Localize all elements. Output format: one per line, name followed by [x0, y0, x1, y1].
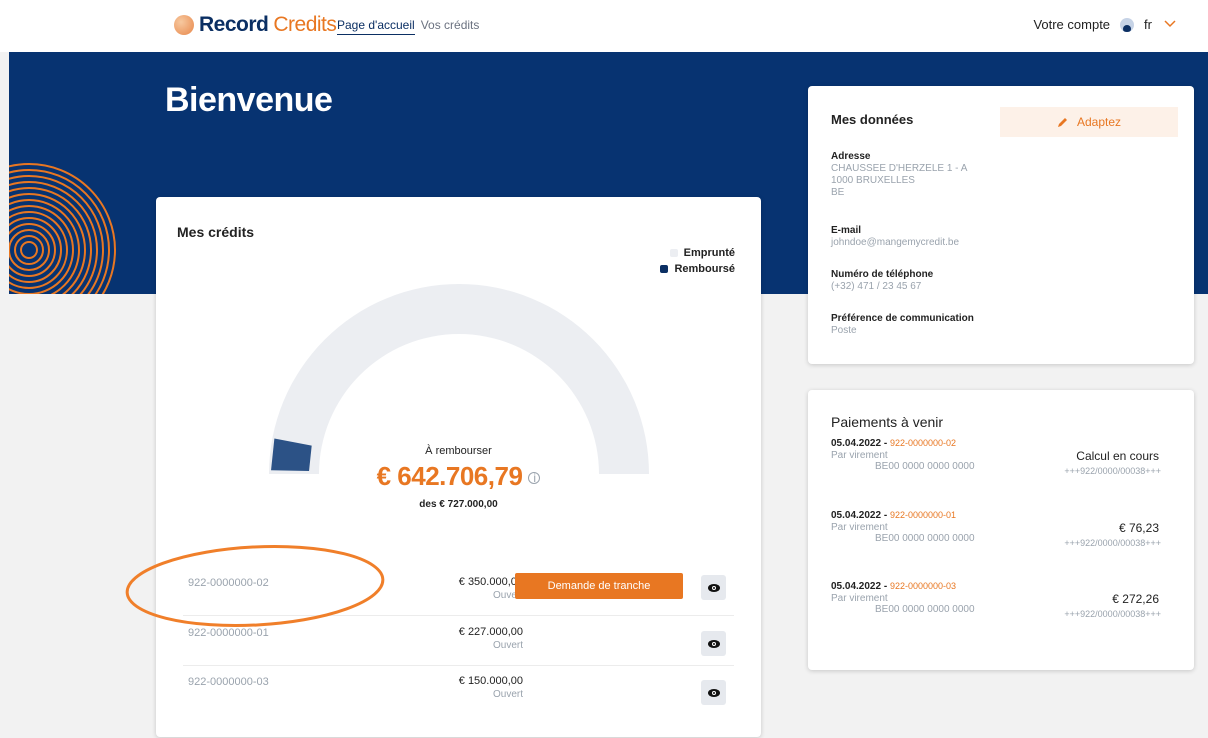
email-field: E-mail johndoe@mangemycredit.be	[831, 225, 959, 249]
credit-amount-value: € 150.000,00	[458, 675, 523, 687]
upcoming-payments-card: Paiements à venir 05.04.2022 - 922-00000…	[808, 390, 1194, 670]
credit-status: Ouvert	[492, 640, 523, 651]
view-credit-button[interactable]	[701, 680, 726, 705]
phone-label: Numéro de téléphone	[831, 269, 934, 280]
credit-amount: € 150.000,00 Ouvert	[393, 675, 523, 701]
credit-status: Ouvert	[492, 689, 523, 700]
to-repay-amount-row: € 642.706,79 i	[156, 461, 761, 492]
personal-data-card: Mes données Adaptez Adresse CHAUSSEE D'H…	[808, 86, 1194, 364]
edit-data-button[interactable]: Adaptez	[1000, 107, 1178, 137]
logo-text-record: Record	[199, 13, 269, 36]
personal-data-title: Mes données	[831, 112, 914, 127]
payment-date: 05.04.2022	[831, 581, 882, 592]
upcoming-payments-title: Paiements à venir	[831, 414, 944, 430]
eye-icon	[707, 639, 720, 648]
account-menu[interactable]: Votre compte fr	[1033, 17, 1176, 32]
payment-communication: +++922/0000/00038+++	[1064, 538, 1161, 548]
logo-mark-icon	[174, 15, 194, 35]
communication-preference-label: Préférence de communication	[831, 313, 974, 324]
brand-logo[interactable]: Record Credits	[174, 13, 337, 37]
eye-icon	[707, 583, 720, 592]
payment-iban: BE00 0000 0000 0000	[875, 461, 975, 472]
payment-credit-ref[interactable]: 922-0000000-01	[890, 510, 956, 520]
legend-repaid-swatch	[660, 265, 669, 273]
fingerprint-decoration-icon	[9, 163, 116, 294]
language-selector[interactable]: fr	[1144, 17, 1152, 32]
credit-amount: € 350.000,00 Ouvert	[393, 576, 523, 602]
legend-borrowed-swatch	[669, 249, 678, 257]
highlight-annotation	[125, 544, 385, 628]
user-avatar-icon	[1120, 17, 1135, 32]
payment-iban: BE00 0000 0000 0000	[875, 533, 975, 544]
payment-communication: +++922/0000/00038+++	[1064, 466, 1161, 476]
main-nav: Page d'accueil Vos crédits	[337, 18, 479, 35]
credits-title: Mes crédits	[177, 224, 255, 240]
credit-amount: € 227.000,00 Ouvert	[393, 626, 523, 652]
payment-communication: +++922/0000/00038+++	[1064, 609, 1161, 619]
communication-preference-value: Poste	[831, 325, 857, 336]
total-amount: des € 727.000,00	[419, 499, 498, 510]
payment-item: 05.04.2022 - 922-0000000-02 Par virement…	[831, 437, 1171, 481]
phone-field: Numéro de téléphone (+32) 471 / 23 45 67	[831, 269, 933, 293]
legend-borrowed: Emprunté	[683, 247, 735, 259]
payment-item: 05.04.2022 - 922-0000000-03 Par virement…	[831, 580, 1171, 624]
credit-number: 922-0000000-03	[188, 676, 269, 688]
edit-data-label: Adaptez	[1076, 115, 1122, 129]
address-line-1: CHAUSSEE D'HERZELE 1 - A	[831, 163, 968, 174]
credit-amount-value: € 350.000,00	[458, 576, 523, 588]
eye-icon	[707, 688, 720, 697]
credit-row[interactable]: 922-0000000-03 € 150.000,00 Ouvert	[183, 669, 734, 715]
view-credit-button[interactable]	[701, 575, 726, 600]
logo-text-credits: Credits	[273, 13, 337, 36]
top-navigation-bar: Record Credits Page d'accueil Vos crédit…	[0, 0, 1208, 52]
credit-status: Ouvert	[492, 590, 523, 601]
account-label: Votre compte	[1033, 17, 1111, 32]
page-title: Bienvenue	[165, 81, 333, 119]
email-value: johndoe@mangemycredit.be	[831, 237, 960, 248]
pencil-icon	[1057, 118, 1067, 127]
nav-home-link[interactable]: Page d'accueil	[337, 18, 415, 35]
payment-item: 05.04.2022 - 922-0000000-01 Par virement…	[831, 509, 1171, 553]
payment-date: 05.04.2022	[831, 510, 882, 521]
chart-legend: Emprunté Remboursé	[660, 247, 735, 279]
to-repay-label: À rembourser	[425, 445, 492, 457]
payment-amount: Calcul en cours	[1076, 449, 1159, 463]
credits-card: Mes crédits Emprunté Remboursé À rembour…	[156, 197, 761, 737]
credit-amount-value: € 227.000,00	[458, 626, 523, 638]
phone-value: (+32) 471 / 23 45 67	[831, 281, 922, 292]
payment-credit-ref[interactable]: 922-0000000-02	[890, 438, 956, 448]
chevron-down-icon[interactable]	[1164, 19, 1176, 31]
payment-credit-ref[interactable]: 922-0000000-03	[890, 581, 956, 591]
info-icon[interactable]: i	[528, 472, 541, 485]
address-line-3: BE	[831, 187, 845, 198]
payment-amount: € 272,26	[1112, 592, 1159, 606]
request-tranche-button[interactable]: Demande de tranche	[515, 573, 683, 599]
payment-date: 05.04.2022	[831, 438, 882, 449]
payment-amount: € 76,23	[1118, 521, 1159, 535]
nav-credits-link[interactable]: Vos crédits	[421, 18, 480, 35]
view-credit-button[interactable]	[701, 631, 726, 656]
payment-iban: BE00 0000 0000 0000	[875, 604, 975, 615]
address-label: Adresse	[831, 151, 871, 162]
to-repay-amount: € 642.706,79	[376, 461, 523, 491]
email-label: E-mail	[831, 225, 862, 236]
address-field: Adresse CHAUSSEE D'HERZELE 1 - A 1000 BR…	[831, 151, 967, 199]
address-line-2: 1000 BRUXELLES	[831, 175, 915, 186]
legend-repaid: Remboursé	[674, 263, 735, 275]
communication-preference-field: Préférence de communication Poste	[831, 313, 974, 337]
